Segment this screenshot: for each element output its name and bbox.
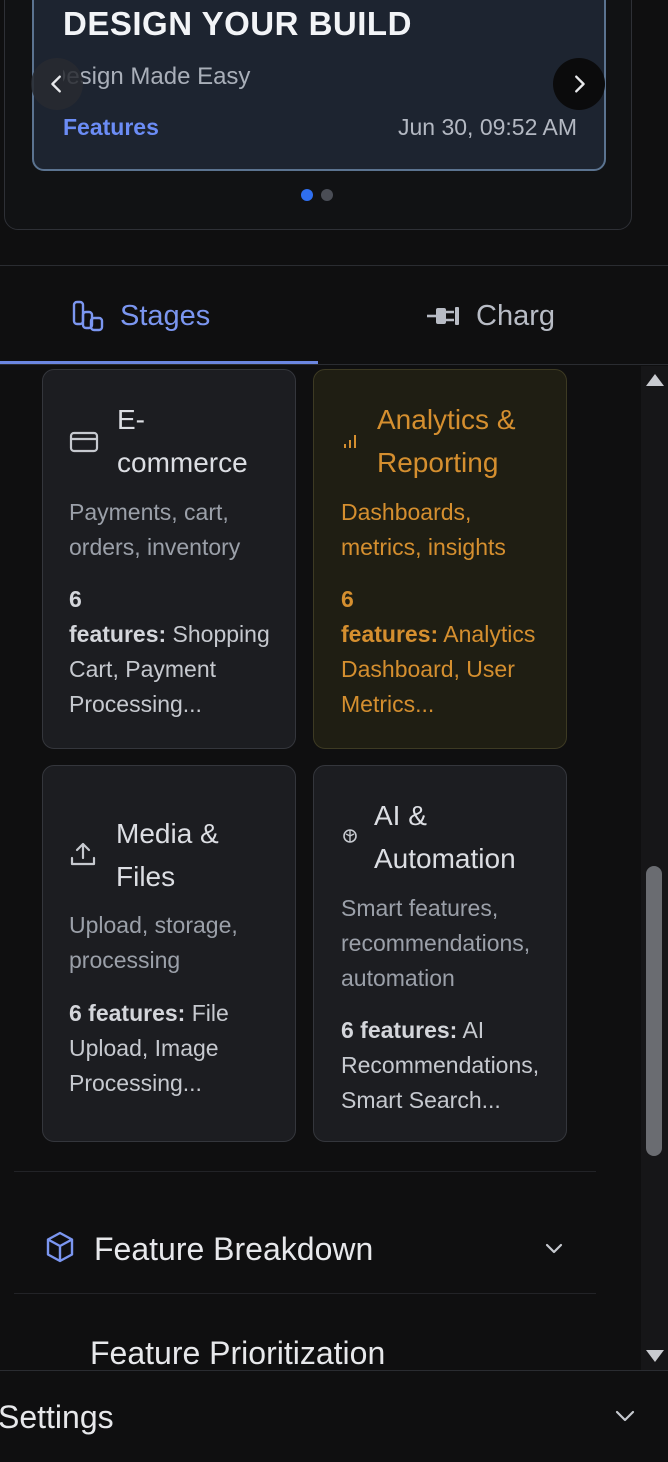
credit-card-icon <box>69 431 99 453</box>
carousel-prev-button[interactable] <box>31 58 83 110</box>
feature-breakdown-label: Feature Breakdown <box>94 1231 374 1267</box>
category-features: 6 features: Analytics Dashboard, User Me… <box>341 586 536 717</box>
upload-icon <box>70 842 96 866</box>
chevron-down-icon <box>545 1243 563 1254</box>
category-title: Media & Files <box>116 818 219 892</box>
bar-chart-icon <box>344 435 356 448</box>
chevron-down-icon <box>615 1410 635 1422</box>
scrollbar-thumb[interactable] <box>646 866 662 1156</box>
settings-accordion[interactable]: Settings <box>0 1370 668 1462</box>
stages-icon <box>72 300 104 332</box>
tab-charg[interactable]: Charg <box>424 266 555 366</box>
feature-carousel: DESIGN YOUR BUILD Design Made Easy Featu… <box>4 0 632 230</box>
stages-scroll-area[interactable]: E-commerce Payments, cart, orders, invent… <box>0 365 640 1370</box>
chevron-right-icon <box>575 75 585 93</box>
category-features: 6 features: Shopping Cart, Payment Proce… <box>69 586 270 717</box>
category-title: AI & Automation <box>374 800 516 874</box>
slide-date: Jun 30, 09:52 AM <box>397 114 577 140</box>
slide-title: DESIGN YOUR BUILD <box>63 5 412 42</box>
divider <box>14 1171 596 1172</box>
carousel-next-button[interactable] <box>553 58 605 110</box>
divider <box>14 1293 596 1294</box>
category-description: Dashboards, metrics, insights <box>341 499 506 560</box>
plug-icon <box>427 307 459 325</box>
scroll-up-arrow-icon[interactable] <box>646 374 664 386</box>
tab-charg-label: Charg <box>476 299 555 332</box>
category-card-media[interactable]: Media & Files Upload, storage, processing … <box>42 765 296 1142</box>
category-card-ecommerce[interactable]: E-commerce Payments, cart, orders, invent… <box>42 369 296 749</box>
chevron-left-icon <box>51 75 61 93</box>
category-card-ai[interactable]: AI & Automation Smart features, recommenda… <box>313 765 567 1142</box>
feature-breakdown-accordion[interactable]: Feature Breakdown <box>14 1175 596 1293</box>
category-description: Smart features, recommendations, automatio… <box>341 895 531 991</box>
carousel-slide[interactable]: DESIGN YOUR BUILD Design Made Easy Featu… <box>32 0 606 171</box>
category-description: Upload, storage, processing <box>69 912 238 973</box>
category-title: E-commerce <box>117 404 248 478</box>
carousel-dot[interactable] <box>301 189 313 201</box>
category-card-analytics[interactable]: Analytics & Reporting Dashboards, metrics,… <box>313 369 567 749</box>
tab-stages[interactable]: Stages <box>0 266 318 366</box>
brain-icon <box>343 829 357 843</box>
settings-label: Settings <box>0 1399 114 1435</box>
tab-bar: Stages Charg <box>0 266 668 366</box>
category-title: Analytics & Reporting <box>377 404 516 478</box>
category-features: 6 features: File Upload, Image Processin… <box>69 1000 229 1096</box>
category-description: Payments, cart, orders, inventory <box>69 499 241 560</box>
carousel-dot[interactable] <box>321 189 333 201</box>
cube-icon <box>46 1231 74 1263</box>
scroll-down-arrow-icon[interactable] <box>646 1350 664 1362</box>
tab-stages-label: Stages <box>120 299 211 332</box>
carousel-dots <box>301 189 333 201</box>
scrollbar[interactable] <box>641 366 668 1370</box>
slide-subtitle: Design Made Easy <box>63 63 251 90</box>
slide-tag[interactable]: Features <box>63 114 159 141</box>
category-features: 6 features: AI Recommendations, Smart Se… <box>341 1017 540 1113</box>
feature-prioritization-label[interactable]: Feature Prioritization <box>90 1335 385 1370</box>
